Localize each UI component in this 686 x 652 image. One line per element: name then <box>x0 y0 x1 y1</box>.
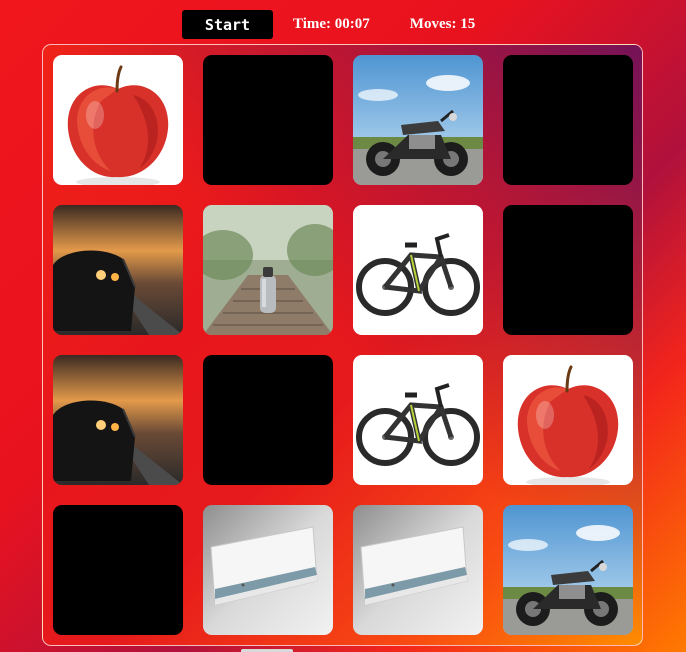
card-water-bottle[interactable] <box>203 205 333 335</box>
memory-game-board <box>42 44 643 646</box>
bicycle-image <box>353 205 483 335</box>
card-air-conditioner[interactable] <box>353 505 483 635</box>
air-conditioner-image <box>353 505 483 635</box>
car-image <box>53 205 183 335</box>
card-motorcycle[interactable] <box>353 55 483 185</box>
bicycle-image <box>353 355 483 485</box>
card-bicycle[interactable] <box>353 355 483 485</box>
card-car[interactable] <box>53 355 183 485</box>
car-image <box>53 355 183 485</box>
motorcycle-image <box>353 55 483 185</box>
apple-image <box>503 355 633 485</box>
start-button[interactable]: Start <box>182 10 273 39</box>
card-face-down[interactable] <box>203 355 333 485</box>
card-car[interactable] <box>53 205 183 335</box>
game-toolbar: Start Time: 00:07 Moves: 15 <box>182 10 475 39</box>
timer-display: Time: 00:07 <box>293 16 370 32</box>
card-face-down[interactable] <box>203 55 333 185</box>
air-conditioner-image <box>203 505 333 635</box>
apple-image <box>53 55 183 185</box>
water-bottle-image <box>203 205 333 335</box>
card-motorcycle[interactable] <box>503 505 633 635</box>
card-apple[interactable] <box>503 355 633 485</box>
card-face-down[interactable] <box>503 55 633 185</box>
moves-counter: Moves: 15 <box>409 16 476 32</box>
card-face-down[interactable] <box>53 505 183 635</box>
motorcycle-image <box>503 505 633 635</box>
card-bicycle[interactable] <box>353 205 483 335</box>
card-apple[interactable] <box>53 55 183 185</box>
card-air-conditioner[interactable] <box>203 505 333 635</box>
card-face-down[interactable] <box>503 205 633 335</box>
